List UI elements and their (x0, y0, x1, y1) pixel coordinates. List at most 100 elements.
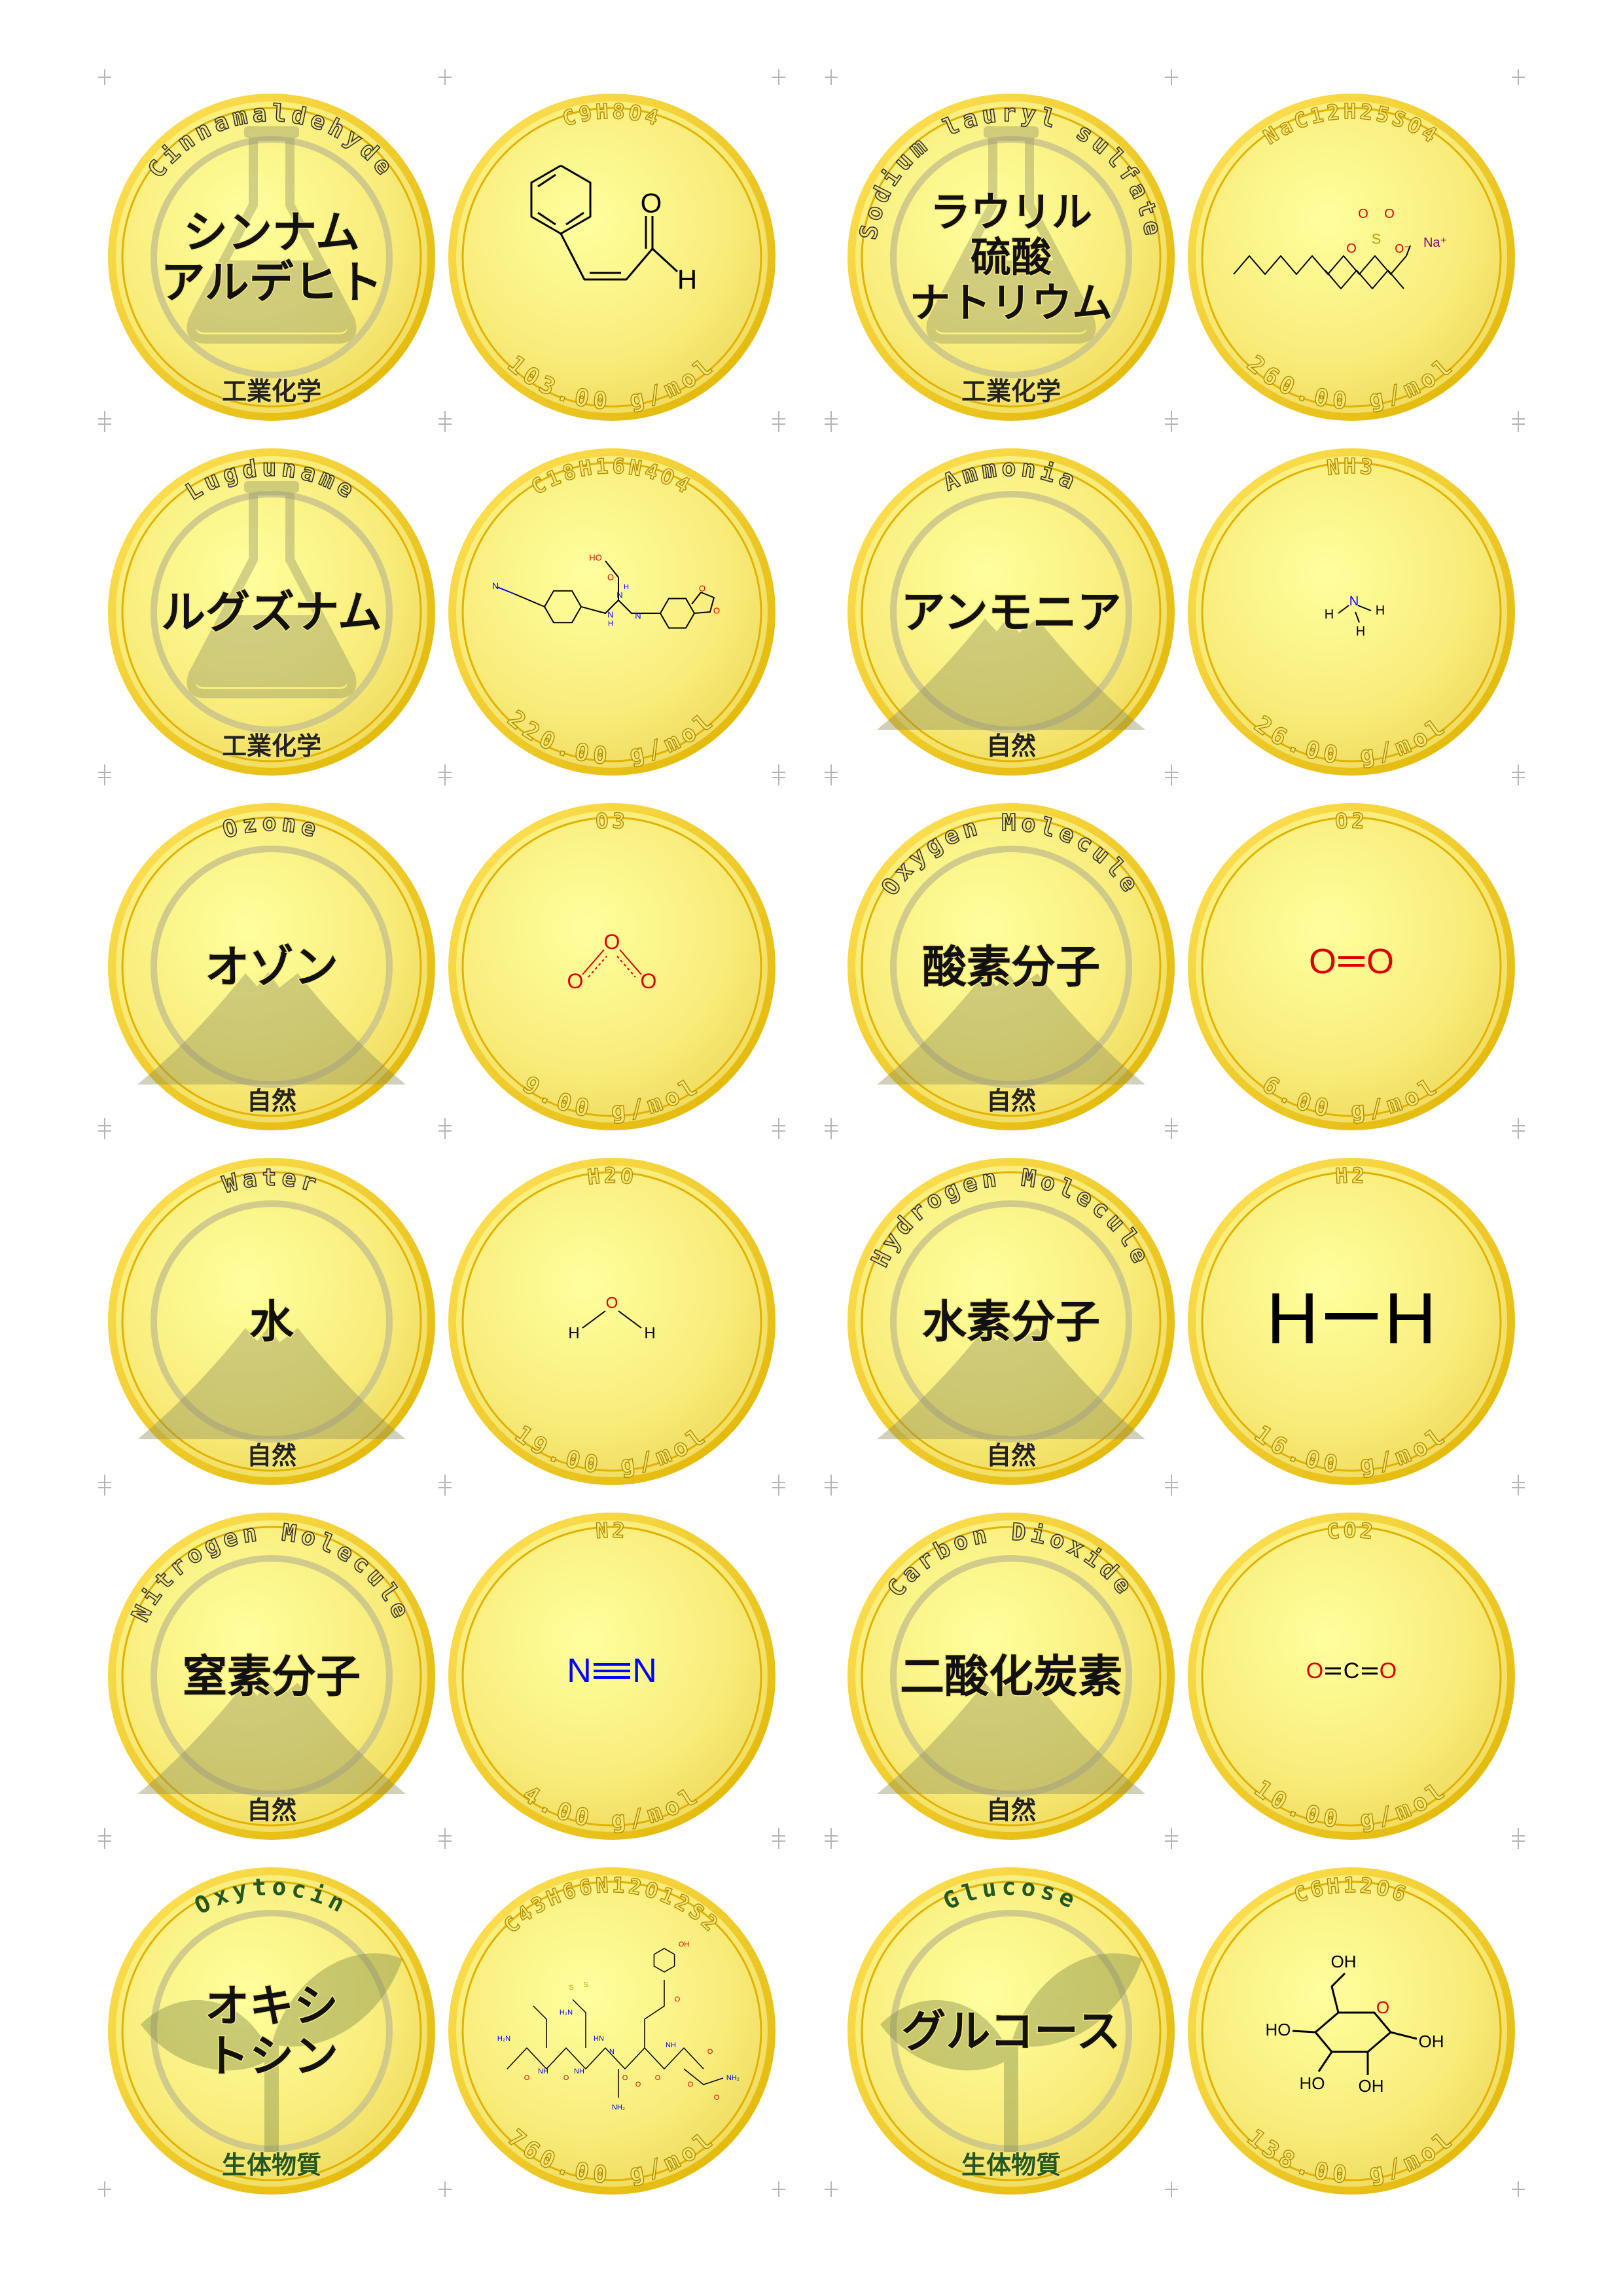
atom-label: N (616, 590, 622, 600)
crop-mark (438, 1828, 452, 1849)
atom-label: Na⁺ (1423, 236, 1447, 250)
crop-mark (1512, 2181, 1525, 2197)
atom-label: N (567, 1652, 592, 1690)
coin-back-carbon-dioxide: CO210.00 g/molO C O (1188, 1513, 1515, 1840)
atom-label: N (1349, 594, 1359, 609)
atom-label: HO (1300, 2073, 1325, 2093)
coin-back-ammonia: NH326.00 g/molNH HH (1188, 448, 1515, 776)
japanese-name: 水素分子 (922, 1296, 1100, 1348)
japanese-name: グルコース (901, 2005, 1120, 2058)
atom-label: N (609, 2048, 615, 2056)
crop-mark (772, 1118, 785, 1139)
co2-structure: OCO (1306, 1659, 1397, 1683)
atom-label: NH₂ (612, 2104, 625, 2111)
atom-label: H (644, 1325, 655, 1342)
category-label: 自然 (986, 732, 1036, 761)
coin-front-ozone: Ozoneオゾン自然 (108, 803, 435, 1130)
atom-label: NH (666, 2041, 676, 2049)
crop-mark (772, 69, 785, 85)
coin-front-oxytocin: Oxytocinオキシトシン生体物質 (108, 1867, 435, 2195)
crop-mark (1512, 69, 1525, 85)
atom-label: O (655, 2074, 661, 2082)
atom-label: H (1384, 1279, 1436, 1359)
atom-label: N (607, 610, 613, 620)
crop-mark (98, 1118, 111, 1139)
category-label: 自然 (247, 1796, 296, 1825)
crop-mark (1512, 1118, 1525, 1139)
atom-label: NH (574, 2068, 584, 2075)
crop-mark (825, 2181, 838, 2197)
atom-label: H₂N (560, 2009, 573, 2017)
atom-label: O (524, 2074, 530, 2082)
atom-label: NH (538, 2068, 548, 2075)
crop-mark (772, 1475, 785, 1496)
atom-label: O (641, 969, 657, 993)
category-label: 工業化学 (222, 377, 321, 406)
coin-front-cinnamaldehyde: Cinnamaldehydeシンナムアルデヒト工業化学 (108, 94, 435, 421)
coin-front-lugduname: Lugdunameルグズナム工業化学 (108, 448, 435, 776)
japanese-name: オゾン (205, 941, 338, 994)
japanese-name: アンモニア (901, 586, 1121, 639)
atom-label: O (1309, 942, 1336, 981)
category-label: 工業化学 (222, 732, 321, 761)
atom-label: O (707, 2048, 713, 2056)
japanese-name: 酸素分子 (922, 941, 1100, 994)
svg-text:NH3: NH3 (1325, 454, 1377, 480)
atom-label: OH (1359, 2076, 1384, 2096)
category-label: 生体物質 (222, 2151, 321, 2179)
coin-back-hydrogen-molecule: H216.00 g/molH H (1188, 1158, 1515, 1485)
coin-back-water: H2O19.00 g/molHOH (448, 1158, 776, 1485)
crop-mark (825, 764, 838, 785)
coin-back-nitrogen-molecule: N24.00 g/molN N (448, 1513, 776, 1840)
crop-mark (98, 764, 111, 785)
atom-label: H (608, 620, 613, 628)
coin-back-sodium-lauryl-sulfate: NaC12H25SO4260.00 g/molOSO OO⁻ Na⁺ (1188, 94, 1515, 421)
atom-label: O (1366, 942, 1394, 981)
crop-mark (1512, 1475, 1525, 1496)
crop-mark (438, 2181, 452, 2197)
atom-label: O (563, 2074, 569, 2082)
crop-mark (1165, 1828, 1178, 1849)
svg-text:CO2: CO2 (1325, 1518, 1377, 1545)
crop-mark (1512, 411, 1525, 432)
crop-mark (1165, 69, 1178, 85)
atom-label: O (606, 1295, 618, 1312)
coin-back-cinnamaldehyde: C9H8O4103.00 g/molOH (448, 94, 776, 421)
crop-mark (772, 764, 785, 785)
crop-mark (1165, 1475, 1178, 1496)
atom-label: O (1380, 1659, 1397, 1683)
atom-label: O (1306, 1659, 1323, 1683)
atom-label: H (568, 1325, 579, 1342)
japanese-name: ルグズナム (161, 586, 382, 639)
formula-label: H2O (586, 1162, 635, 1190)
atom-label: O (1358, 207, 1368, 221)
crop-mark (438, 1118, 452, 1139)
atom-label: O (713, 606, 720, 616)
coin-front-sodium-lauryl-sulfate: Sodium lauryl sulfateラウリル硫酸ナトリウム工業化学 (847, 94, 1175, 421)
crop-mark (825, 1118, 838, 1139)
category-label: 自然 (986, 1796, 1036, 1825)
atom-label: O (567, 969, 584, 993)
crop-mark (772, 2181, 785, 2197)
japanese-name: オキシ (205, 1981, 338, 2033)
coin-front-glucose: Glucoseグルコース生体物質 (847, 1867, 1175, 2195)
coin-back-ozone: O39.00 g/molOOO (448, 803, 776, 1130)
atom-label: O (604, 930, 620, 954)
coin-back-oxytocin: C43H66N12O12S2760.00 g/molOHH₂NONHONHHNO… (448, 1867, 776, 2195)
coin-front-ammonia: Ammoniaアンモニア自然 (847, 448, 1175, 776)
japanese-name: 窒素分子 (183, 1651, 361, 1703)
crop-mark (825, 69, 838, 85)
atom-label: H₂N (497, 2035, 510, 2043)
coin-back-glucose: C6H12O6138.00 g/molOHOHOHO OHOH (1188, 1867, 1515, 2195)
atom-label: H (1325, 607, 1334, 622)
crop-mark (1165, 2181, 1178, 2197)
crop-mark (98, 2181, 111, 2197)
crop-mark (98, 1475, 111, 1496)
crop-mark (825, 1475, 838, 1496)
atom-label: O (1346, 242, 1357, 256)
coin-front-nitrogen-molecule: Nitrogen Molecule窒素分子自然 (108, 1513, 435, 1840)
coin-sheet: Cinnamaldehydeシンナムアルデヒト工業化学C9H8O4103.00 … (98, 69, 1525, 2197)
atom-label: O (675, 1996, 681, 2003)
japanese-name: 水 (249, 1296, 294, 1348)
crop-mark (772, 1828, 785, 1849)
